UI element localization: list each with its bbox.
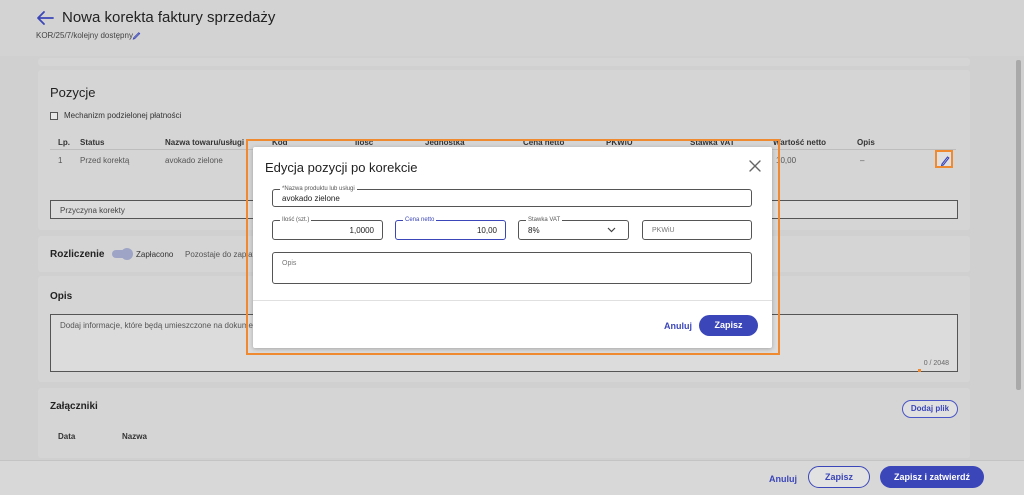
product-name-field[interactable]: *Nazwa produktu lub usługi avokado zielo… — [272, 185, 752, 207]
highlight-marker — [918, 369, 921, 372]
net-price-field[interactable]: Cena netto 10,00 — [395, 216, 506, 240]
description-placeholder: Dodaj informacje, które będą umieszczone… — [60, 321, 268, 330]
item-description-field[interactable]: Opis — [272, 252, 752, 284]
close-icon[interactable] — [748, 159, 762, 173]
document-number: KOR/25/7/kolejny dostępny — [36, 31, 133, 40]
cancel-button[interactable]: Anuluj — [769, 474, 797, 484]
dialog-cancel-button[interactable]: Anuluj — [664, 321, 692, 331]
attachments-title: Załączniki — [50, 401, 98, 412]
row-status: Przed korektą — [80, 156, 130, 165]
column-header-net-value: Wartość netto — [773, 138, 827, 147]
quantity-field[interactable]: Ilość (szt.) 1,0000 — [272, 216, 383, 240]
card-top — [38, 58, 970, 66]
vat-rate-select[interactable]: Stawka VAT 8% — [518, 216, 629, 240]
save-and-confirm-button[interactable]: Zapisz i zatwierdź — [880, 466, 984, 488]
bottom-action-bar — [0, 460, 1024, 495]
paid-toggle[interactable] — [112, 248, 133, 260]
pencil-icon[interactable] — [132, 30, 141, 40]
row-name: avokado zielone — [165, 156, 223, 165]
item-description-placeholder: Opis — [282, 260, 297, 267]
column-header-lp: Lp. — [58, 138, 70, 147]
top-bar: Nowa korekta faktury sprzedaży KOR/25/7/… — [0, 0, 1024, 56]
row-opis: – — [860, 156, 865, 165]
product-name-value: avokado zielone — [282, 194, 340, 203]
attachments-column-date: Data — [58, 432, 76, 441]
edit-position-dialog: Edycja pozycji po korekcie *Nazwa produk… — [253, 147, 772, 348]
add-file-button[interactable]: Dodaj plik — [902, 400, 958, 418]
paid-toggle-label: Zapłacono — [136, 250, 174, 259]
description-title: Opis — [50, 291, 73, 302]
product-name-label: *Nazwa produktu lub usługi — [280, 185, 357, 193]
description-char-counter: 0 / 2048 — [923, 360, 949, 367]
attachments-card — [38, 388, 970, 458]
quantity-label: Ilość (szt.) — [280, 216, 312, 224]
dialog-divider — [253, 300, 772, 301]
vat-rate-label: Stawka VAT — [526, 216, 563, 224]
save-button[interactable]: Zapisz — [808, 466, 870, 488]
quantity-value: 1,0000 — [349, 226, 374, 235]
attachments-column-name: Nazwa — [122, 432, 147, 441]
vat-rate-value: 8% — [528, 226, 540, 235]
row-lp: 1 — [58, 156, 63, 165]
net-price-label: Cena netto — [403, 216, 437, 224]
chevron-down-icon — [607, 227, 616, 233]
split-payment-checkbox[interactable] — [50, 112, 58, 120]
scrollbar[interactable] — [1016, 60, 1021, 390]
net-price-value: 10,00 — [476, 226, 497, 235]
dialog-save-button[interactable]: Zapisz — [699, 315, 758, 336]
pkwiu-field[interactable]: PKWiU — [642, 220, 752, 240]
column-header-opis: Opis — [857, 138, 875, 147]
column-header-name: Nazwa towaru/usługi — [165, 138, 245, 147]
pencil-icon — [940, 156, 950, 166]
dialog-title: Edycja pozycji po korekcie — [265, 160, 418, 175]
back-arrow-icon[interactable] — [36, 10, 54, 26]
split-payment-label: Mechanizm podzielonej płatności — [64, 111, 182, 120]
edit-row-button[interactable] — [935, 150, 953, 168]
settlement-title: Rozliczenie — [50, 249, 105, 260]
positions-title: Pozycje — [50, 85, 96, 100]
page-title: Nowa korekta faktury sprzedaży — [62, 9, 276, 26]
pkwiu-placeholder: PKWiU — [652, 227, 675, 234]
column-header-status: Status — [80, 138, 105, 147]
